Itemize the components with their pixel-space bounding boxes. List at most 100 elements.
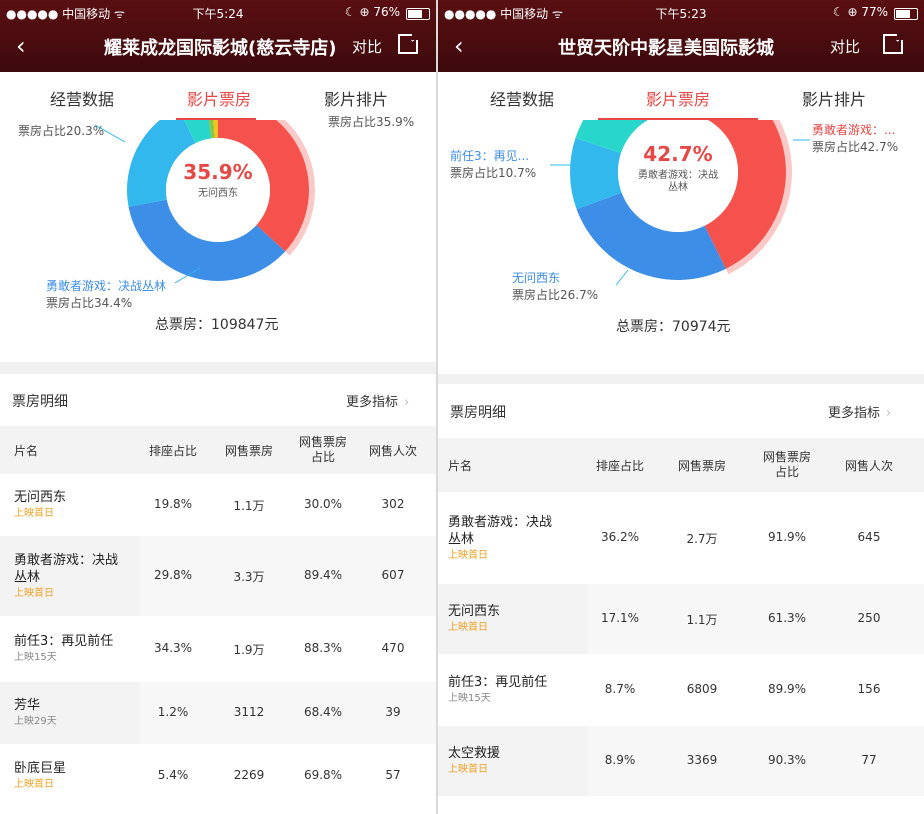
column-header: 网售票房占比	[298, 435, 347, 464]
chevron-right-icon: ›	[886, 406, 892, 421]
callout-share: 票房占比26.7%	[512, 288, 599, 302]
cell-ratio: 69.8%	[303, 768, 343, 782]
film-name: 无问西东 上映首日	[14, 489, 140, 521]
cell-box: 1.9万	[233, 643, 265, 657]
column-header: 片名	[14, 444, 39, 458]
table-header: 片名 排座占比 网售票房 网售票房占比 网售人次	[438, 438, 924, 492]
cell-seat: 29.8%	[153, 568, 193, 582]
compare-button[interactable]: 对比	[352, 36, 382, 57]
share-icon[interactable]	[398, 32, 420, 54]
table-row[interactable]: 卧底巨星 上映首日 5.4% 2269 69.8% 57	[0, 744, 436, 808]
more-metrics-link[interactable]: 更多指标 ›	[828, 402, 891, 421]
slice-callout: 票房占比35.9%	[328, 114, 414, 131]
column-header: 网售票房	[224, 444, 273, 458]
cell-seat: 17.1%	[600, 611, 640, 625]
boxoffice-detail-header: 票房明细 更多指标 ›	[438, 384, 924, 438]
phone-screen-left: ●●●●● 中国移动 ᯤ 下午5:24 ☾ ⊕ 76% ‹ 耀莱成龙国际影城(慈云寺店)…	[0, 0, 436, 814]
table-row[interactable]: 勇敢者游戏：决战 丛林 上映首日 29.8% 3.3万 89.4% 607	[0, 536, 436, 616]
column-header: 网售人次	[844, 459, 893, 473]
cell-box: 2269	[233, 768, 265, 782]
release-badge-first-day: 上映首日	[14, 779, 54, 790]
tab-film-schedule[interactable]: 影片排片	[802, 86, 866, 110]
total-boxoffice: 总票房：109847元	[155, 317, 279, 333]
cell-people: 39	[385, 705, 401, 719]
phone-screen-right: ●●●●● 中国移动 ᯤ 下午5:23 ☾ ⊕ 77% ‹ 世贸天阶中影星美国际影城 对比…	[438, 0, 924, 814]
release-badge-first-day: 上映首日	[14, 508, 54, 519]
cell-box: 6809	[686, 682, 718, 696]
film-name: 前任3：再见前任 上映15天	[448, 674, 584, 706]
share-icon[interactable]	[883, 32, 905, 54]
cell-ratio: 68.4%	[303, 705, 343, 719]
compare-button[interactable]: 对比	[830, 36, 860, 57]
cinema-title: 世贸天阶中影星美国际影城	[558, 38, 774, 59]
cell-people: 57	[385, 768, 401, 782]
slice-callout: 无问西东 票房占比26.7%	[512, 270, 598, 304]
film-name: 无问西东 上映首日	[448, 603, 584, 635]
more-metrics-label: 更多指标	[828, 406, 881, 421]
back-icon[interactable]: ‹	[16, 30, 26, 62]
tab-film-boxoffice[interactable]: 影片票房	[187, 86, 251, 110]
cell-people: 302	[381, 497, 405, 511]
release-badge-first-day: 上映首日	[14, 588, 54, 599]
callout-film-name: 勇敢者游戏：...	[812, 123, 896, 137]
tab-film-boxoffice[interactable]: 影片票房	[646, 86, 710, 110]
column-header: 网售票房	[677, 459, 726, 473]
tab-film-schedule[interactable]: 影片排片	[324, 86, 388, 110]
back-icon[interactable]: ‹	[454, 30, 464, 62]
callout-film-name: 前任3：再见...	[450, 149, 530, 163]
film-name-line: 芳华	[14, 698, 41, 713]
cell-box: 3.3万	[233, 570, 265, 584]
cell-box: 3112	[233, 705, 265, 719]
slice-callout: 票房占比20.3%	[18, 123, 104, 140]
center-film-name: 无问西东	[198, 188, 238, 199]
more-metrics-link[interactable]: 更多指标 ›	[346, 391, 409, 410]
center-percentage: 42.7%	[643, 142, 713, 166]
film-name: 太空救援 上映首日	[448, 745, 584, 777]
tab-bar: 经营数据 影片票房 影片排片	[0, 72, 436, 120]
battery-percent: ☾ ⊕ 77%	[832, 5, 888, 19]
film-name-line: 前任3：再见前任	[448, 675, 548, 690]
cell-seat: 8.9%	[604, 753, 636, 767]
battery-percent: ☾ ⊕ 76%	[344, 5, 400, 19]
center-film-name: 勇敢者游戏：决战丛林	[638, 170, 718, 193]
table-row[interactable]: 无问西东 上映首日 17.1% 1.1万 61.3% 250	[438, 584, 924, 654]
active-tab-indicator	[176, 118, 256, 120]
cell-box: 3369	[686, 753, 718, 767]
chevron-right-icon: ›	[404, 395, 410, 410]
cell-box: 1.1万	[233, 499, 265, 513]
table-row[interactable]: 前任3：再见前任 上映15天 8.7% 6809 89.9% 156	[438, 654, 924, 726]
film-name-line: 前任3：再见前任	[14, 634, 114, 649]
status-bar: ●●●●● 中国移动 ᯤ 下午5:23 ☾ ⊕ 77%	[438, 4, 924, 22]
film-name: 卧底巨星 上映首日	[14, 760, 140, 792]
release-days: 上映15天	[14, 652, 57, 663]
table-row[interactable]: 芳华 上映29天 1.2% 3112 68.4% 39	[0, 682, 436, 744]
film-name-line: 勇敢者游戏：决战	[14, 553, 119, 568]
release-badge-first-day: 上映首日	[448, 622, 488, 633]
app-header: ●●●●● 中国移动 ᯤ 下午5:24 ☾ ⊕ 76% ‹ 耀莱成龙国际影城(慈云寺店)…	[0, 0, 436, 72]
cell-ratio: 61.3%	[767, 611, 807, 625]
tab-business-data[interactable]: 经营数据	[490, 86, 554, 110]
table-row[interactable]: 勇敢者游戏：决战 丛林 上映首日 36.2% 2.7万 91.9% 645	[438, 492, 924, 584]
tab-bar: 经营数据 影片票房 影片排片	[438, 72, 924, 120]
battery-icon	[894, 8, 918, 20]
film-name: 前任3：再见前任上映15天	[14, 633, 140, 665]
status-bar: ●●●●● 中国移动 ᯤ 下午5:24 ☾ ⊕ 76%	[0, 4, 436, 22]
table-row[interactable]: 太空救援 上映首日 8.9% 3369 90.3% 77	[438, 726, 924, 796]
section-title: 票房明细	[450, 405, 506, 421]
cell-seat: 8.7%	[604, 682, 636, 696]
cell-seat: 19.8%	[153, 497, 193, 511]
table-row[interactable]: 前任3：再见前任上映15天 34.3% 1.9万 88.3% 470	[0, 616, 436, 682]
cell-ratio: 89.9%	[767, 682, 807, 696]
column-header: 片名	[448, 459, 473, 473]
callout-share: 票房占比10.7%	[450, 166, 537, 180]
cell-people: 470	[381, 641, 405, 655]
cell-people: 156	[857, 682, 881, 696]
table-row[interactable]: 无问西东 上映首日 19.8% 1.1万 30.0% 302	[0, 474, 436, 536]
cell-seat: 1.2%	[157, 705, 189, 719]
tab-business-data[interactable]: 经营数据	[50, 86, 114, 110]
callout-leader-line	[615, 269, 629, 286]
center-percentage: 35.9%	[183, 160, 253, 184]
callout-share: 票房占比42.7%	[812, 140, 899, 154]
cell-ratio: 88.3%	[303, 641, 343, 655]
cell-seat: 34.3%	[153, 641, 193, 655]
